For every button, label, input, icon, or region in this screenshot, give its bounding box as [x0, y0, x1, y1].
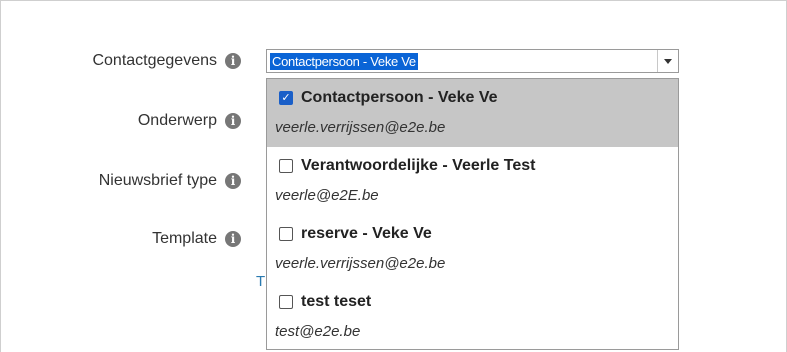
info-circle-icon[interactable]: i: [225, 53, 241, 69]
option-checkbox[interactable]: [279, 227, 293, 241]
select-arrow-button[interactable]: [657, 50, 678, 72]
label-onderwerp: Onderwerp i: [138, 112, 241, 130]
option-checkbox[interactable]: ✓: [279, 91, 293, 105]
label-text: Nieuwsbrief type: [98, 172, 217, 189]
option-checkbox[interactable]: [279, 159, 293, 173]
contact-dropdown-list: ✓ Contactpersoon - Veke Ve veerle.verrij…: [266, 78, 679, 350]
option-checkbox[interactable]: [279, 295, 293, 309]
option-title-text: test teset: [301, 293, 372, 310]
check-icon: ✓: [281, 91, 291, 104]
info-circle-icon[interactable]: i: [225, 231, 241, 247]
dropdown-option[interactable]: ✓ Contactpersoon - Veke Ve veerle.verrij…: [267, 79, 678, 147]
info-circle-icon[interactable]: i: [225, 113, 241, 129]
option-title-text: Contactpersoon - Veke Ve: [301, 89, 498, 106]
option-title: reserve - Veke Ve: [279, 225, 432, 243]
label-template: Template i: [152, 230, 241, 248]
option-title: test teset: [279, 293, 371, 311]
form-panel: Contactgegevens i Onderwerp i Nieuwsbrie…: [0, 0, 787, 352]
dropdown-option[interactable]: reserve - Veke Ve veerle.verrijssen@e2e.…: [267, 215, 678, 283]
label-contactgegevens: Contactgegevens i: [92, 52, 241, 70]
label-nieuwsbrief-type: Nieuwsbrief type i: [99, 172, 241, 190]
chevron-down-icon: [664, 58, 672, 64]
dropdown-option[interactable]: Verantwoordelijke - Veerle Test veerle@e…: [267, 147, 678, 215]
label-text: Onderwerp: [137, 112, 217, 129]
option-title: ✓ Contactpersoon - Veke Ve: [279, 89, 498, 107]
option-title-text: reserve - Veke Ve: [301, 225, 432, 242]
option-title-text: Verantwoordelijke - Veerle Test: [301, 157, 536, 174]
option-email: veerle.verrijssen@e2e.be: [275, 119, 446, 136]
contact-select[interactable]: Contactpersoon - Veke Ve: [266, 49, 679, 73]
info-circle-icon[interactable]: i: [225, 173, 241, 189]
label-text: Template: [152, 230, 217, 247]
dropdown-option[interactable]: test teset test@e2e.be: [267, 283, 678, 351]
option-email: test@e2e.be: [275, 323, 361, 340]
option-title: Verantwoordelijke - Veerle Test: [279, 157, 535, 175]
label-text: Contactgegevens: [92, 52, 217, 69]
select-current-value: Contactpersoon - Veke Ve: [270, 53, 418, 70]
option-email: veerle.verrijssen@e2e.be: [275, 255, 446, 272]
option-email: veerle@e2E.be: [275, 187, 379, 204]
hidden-link[interactable]: T: [256, 273, 265, 290]
